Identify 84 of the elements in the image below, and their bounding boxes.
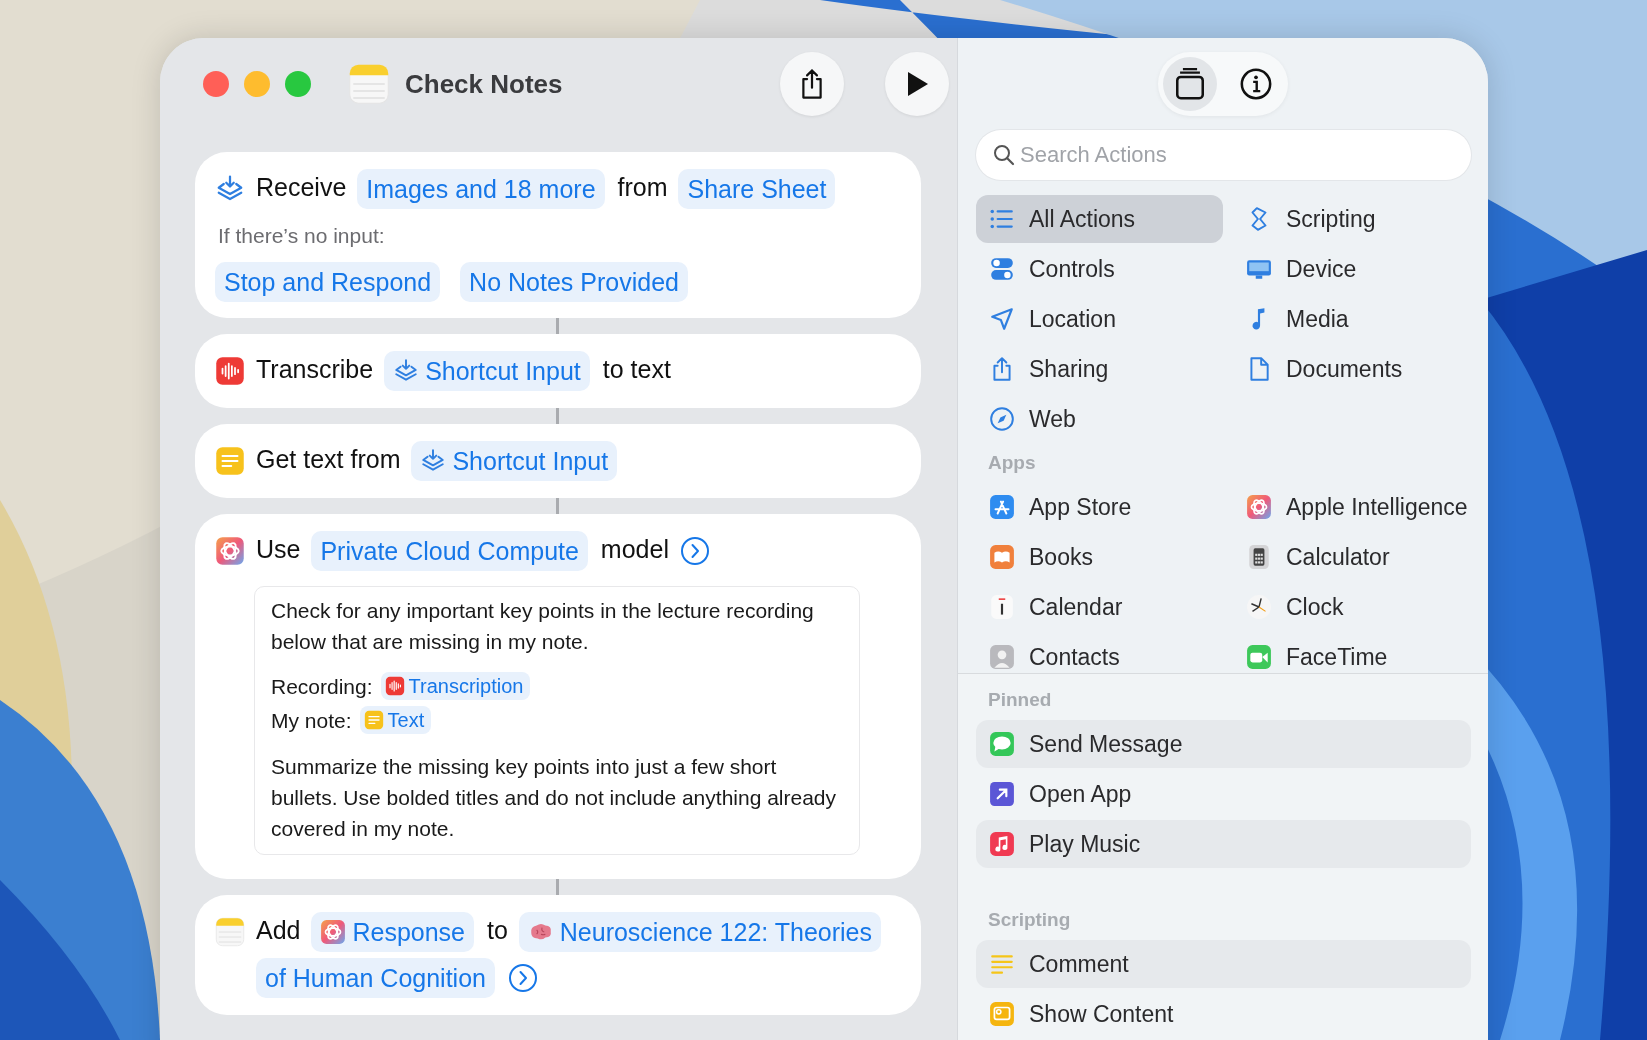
action-item[interactable]: Comment [976,940,1471,988]
location-arrow-icon [989,306,1015,332]
prompt-label: My note: [271,707,352,734]
action-item[interactable]: Show Content [976,990,1471,1038]
parameter-token[interactable]: No Notes Provided [460,262,688,302]
action-label: from [617,172,668,203]
person-icon [989,644,1015,670]
share-button[interactable] [780,52,844,116]
note-token[interactable]: Neuroscience 122: Theories [518,912,881,953]
music-icon [989,831,1015,857]
app-item[interactable]: FaceTime [1233,633,1471,673]
ai-app-icon [215,536,245,566]
parameter-token[interactable]: Share Sheet [678,169,836,210]
library-button[interactable] [1163,57,1217,111]
parameter-token[interactable]: Stop and Respond [215,262,441,302]
prompt-text: Check for any important key points in the lecture recording below that are missing in my note. [271,598,815,655]
preview-icon [989,1001,1015,1027]
action-item[interactable]: Send Message [976,720,1471,768]
prompt-field[interactable] [254,586,860,855]
message-bubble-icon [989,731,1015,757]
category-item[interactable]: Scripting [1233,195,1471,243]
category-item[interactable]: Sharing [976,345,1223,393]
chevron-button[interactable] [679,536,710,567]
parameter-token[interactable]: Images and 18 more [357,169,605,210]
action-item[interactable]: Open App [976,770,1471,818]
variable-token[interactable]: Text [359,706,432,734]
variable-token[interactable]: Transcription [380,672,531,700]
ai-app-icon [320,919,347,946]
calculator-icon [1246,544,1272,570]
action-label: Transcribe [256,354,374,385]
action-item[interactable]: Play Music [976,820,1471,868]
app-item[interactable]: App Store [976,483,1223,531]
action-label: model [600,534,669,565]
search-icon [992,143,1016,167]
app-item[interactable]: Calculator [1233,533,1471,581]
compass-icon [989,406,1015,432]
app-item[interactable]: Contacts [976,633,1223,673]
action-label: Use [256,534,301,565]
section-heading: Scripting [987,908,1072,932]
stacked-window-icon [1173,67,1207,101]
search-field[interactable]: Search Actions [976,130,1471,180]
app-item[interactable]: Clock [1233,583,1471,631]
prompt-text: Summarize the missing key points into just a few short bullets. Use bolded titles and do not include anything already covered in my note. [271,754,838,842]
chevron-button[interactable] [507,963,538,994]
calendar-icon [989,594,1015,620]
action-label: Receive [256,172,347,203]
clock-icon [1246,594,1272,620]
window-title: Check Notes [405,68,563,100]
notepad-icon [348,63,390,105]
text-lines-icon [215,446,245,476]
ai-app-icon [1246,494,1272,520]
app-item[interactable]: Calendar [976,583,1223,631]
section-heading: Apps [987,451,1037,475]
app-item[interactable]: Books [976,533,1223,581]
category-item[interactable]: Documents [1233,345,1471,393]
app-item[interactable]: Apple Intelligence [1233,483,1471,531]
variable-token[interactable]: Response [311,912,474,953]
variable-token[interactable]: Shortcut Input [384,351,590,392]
category-item[interactable]: Media [1233,295,1471,343]
waveform-icon [215,356,245,386]
section-heading: Pinned [987,688,1053,712]
parameter-token[interactable]: Private Cloud Compute [311,531,588,572]
action-label: Add [256,915,301,946]
video-camera-icon [1246,644,1272,670]
category-item[interactable]: All Actions [976,195,1223,243]
category-item[interactable]: Device [1233,245,1471,293]
notepad-icon [215,917,245,947]
toggle-icon [989,256,1015,282]
prompt-label: Recording: [271,673,373,700]
info-icon [1239,67,1273,101]
category-item[interactable]: Controls [976,245,1223,293]
book-icon [989,544,1015,570]
variable-token[interactable]: Shortcut Input [411,441,618,482]
no-input-caption: If there’s no input: [218,224,386,248]
action-label: to [486,915,508,946]
action-label: to text [602,354,671,385]
app-store-icon [989,494,1015,520]
run-button[interactable] [885,52,949,116]
parameter-token[interactable]: of Human Cognition [256,958,495,999]
waveform-icon [384,676,405,696]
text-lines-icon [363,710,384,730]
action-label: Get text from [256,444,401,475]
category-item[interactable]: Web [976,395,1223,443]
category-item[interactable]: Location [976,295,1223,343]
